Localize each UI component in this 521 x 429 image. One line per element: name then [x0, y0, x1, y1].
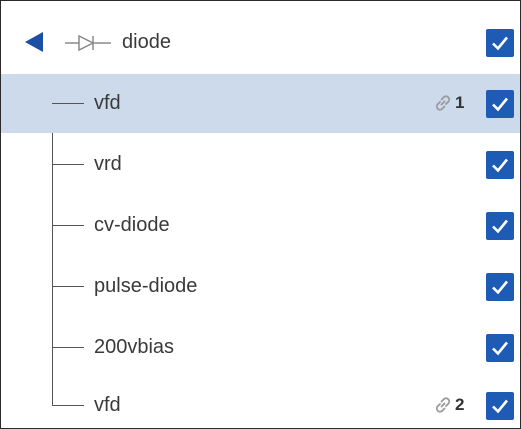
tree-row-label: vrd [94, 153, 122, 175]
link-badge[interactable]: 2 [432, 393, 464, 417]
diode-icon [65, 34, 111, 52]
tree-row-label: pulse-diode [94, 275, 198, 297]
tree-row-vfd[interactable]: vfd 1 [1, 74, 520, 133]
tree-branch-line [52, 225, 84, 226]
checkmark-icon [492, 97, 509, 112]
row-checkbox[interactable] [486, 334, 514, 362]
tree-branch-line [52, 103, 84, 104]
tree-row-label: vfd [94, 92, 121, 114]
tree-parent-label: diode [122, 31, 171, 53]
checkmark-icon [492, 158, 509, 173]
row-checkbox[interactable] [486, 90, 514, 118]
tree-branch-line [52, 405, 84, 406]
checkmark-icon [492, 399, 509, 414]
checkmark-icon [492, 280, 509, 295]
tree-branch-line [52, 347, 84, 348]
tree-row-200vbias[interactable]: 200vbias [1, 318, 520, 377]
link-icon [435, 95, 451, 111]
tree-row-label: cv-diode [94, 214, 170, 236]
tree-row-label: 200vbias [94, 336, 175, 358]
checkmark-icon [492, 219, 509, 234]
collapse-arrow-icon[interactable] [25, 32, 43, 52]
tree-row-vrd[interactable]: vrd [1, 135, 520, 194]
tree-row-pulse-diode[interactable]: pulse-diode [1, 257, 520, 316]
tree-parent-row[interactable]: diode [1, 13, 520, 72]
parent-checkbox[interactable] [486, 29, 514, 57]
test-tree-panel: diode vfd 1 vrd cv-diode pulse-diode 200… [0, 0, 521, 429]
link-count: 1 [455, 93, 465, 112]
row-checkbox[interactable] [486, 151, 514, 179]
checkmark-icon [492, 341, 509, 356]
checkmark-icon [492, 36, 509, 51]
tree-branch-line [52, 286, 84, 287]
row-checkbox[interactable] [486, 212, 514, 240]
tree-row-cv-diode[interactable]: cv-diode [1, 196, 520, 255]
row-checkbox[interactable] [486, 273, 514, 301]
link-count: 2 [455, 395, 465, 414]
tree-row-vfd-2[interactable]: vfd 2 [1, 376, 520, 428]
tree-row-label: vfd [94, 394, 121, 416]
link-badge[interactable]: 1 [432, 91, 464, 115]
link-icon [435, 397, 451, 413]
row-checkbox[interactable] [486, 392, 514, 420]
tree-branch-line [52, 164, 84, 165]
